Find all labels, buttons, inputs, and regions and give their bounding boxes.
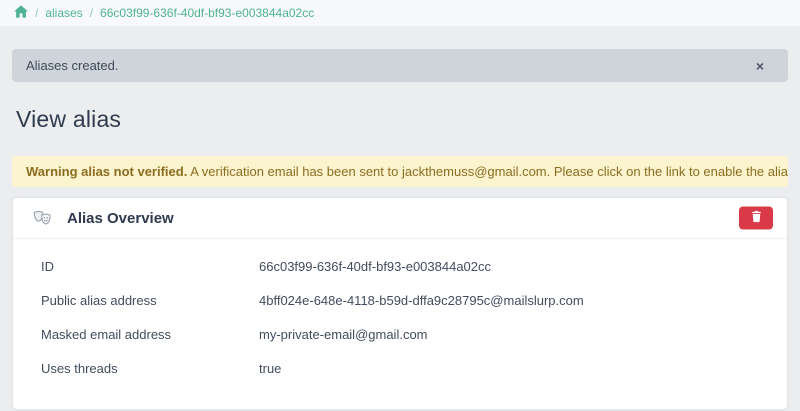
verification-warning-alert: Warning alias not verified. A verificati… [12,156,788,187]
main-content: Aliases created. × View alias Warning al… [0,49,800,410]
row-value-public-alias-address: 4bff024e-648e-4118-b59d-dffa9c28795c@mai… [259,293,584,308]
breadcrumb-separator: / [89,6,94,20]
card-body: ID 66c03f99-636f-40df-bf93-e003844a02cc … [13,239,787,409]
home-icon [14,5,28,21]
aliases-created-alert: Aliases created. × [12,49,788,82]
theater-masks-icon [33,210,53,227]
breadcrumb-separator: / [35,6,39,20]
row-label-uses-threads: Uses threads [41,361,118,376]
row-value-masked-email-address: my-private-email@gmail.com [259,327,428,342]
row-label-public-alias-address: Public alias address [41,293,157,308]
warning-alert-text: A verification email has been sent to ja… [187,164,788,179]
page-title: View alias [16,106,122,132]
aliases-created-alert-text: Aliases created. [26,58,119,73]
alias-detail-row: Public alias address 4bff024e-648e-4118-… [41,293,759,309]
alias-overview-card: Alias Overview ID 66c03f99-636f-40df-bf9… [12,197,788,410]
breadcrumb-item-aliases[interactable]: aliases [45,6,82,20]
breadcrumb-home-link[interactable] [14,5,28,21]
breadcrumb: / aliases / 66c03f99-636f-40df-bf93-e003… [0,0,800,27]
card-header: Alias Overview [13,198,787,239]
breadcrumb-item-alias-id[interactable]: 66c03f99-636f-40df-bf93-e003844a02cc [100,6,314,20]
trash-icon [751,210,762,226]
close-icon: × [755,57,764,74]
row-label-id: ID [41,259,54,274]
row-value-id: 66c03f99-636f-40df-bf93-e003844a02cc [259,259,492,274]
alias-detail-row: Uses threads true [41,361,759,377]
delete-alias-button[interactable] [739,206,773,230]
alert-close-button[interactable]: × [752,57,768,75]
card-title: Alias Overview [67,209,174,227]
row-label-masked-email-address: Masked email address [41,327,172,342]
alias-detail-row: ID 66c03f99-636f-40df-bf93-e003844a02cc [41,259,759,275]
row-value-uses-threads: true [259,361,282,376]
alias-detail-row: Masked email address my-private-email@gm… [41,327,759,343]
warning-alert-bold-text: Warning alias not verified. [26,164,188,179]
